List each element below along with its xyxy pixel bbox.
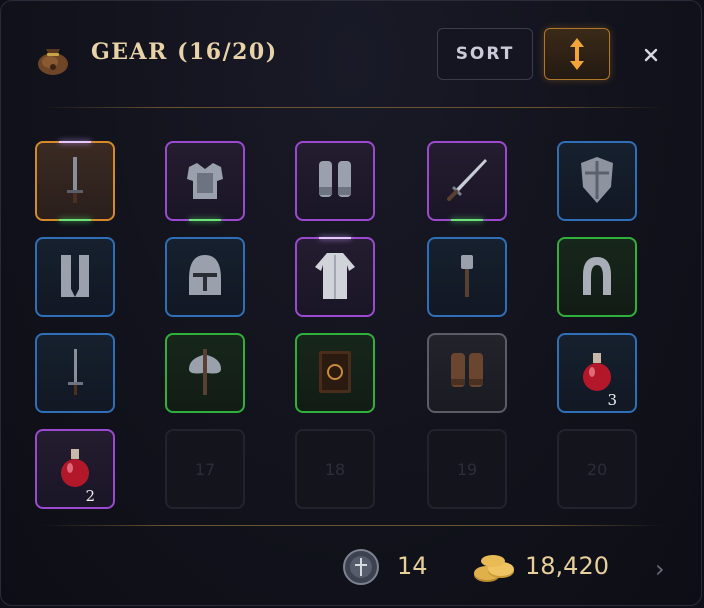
sort-order-button[interactable] bbox=[544, 28, 610, 80]
inventory-slot[interactable] bbox=[557, 237, 637, 317]
slot-number: 20 bbox=[586, 459, 608, 479]
empty-slot[interactable]: 17 bbox=[165, 429, 245, 509]
inventory-slot[interactable] bbox=[295, 237, 375, 317]
token-count: 14 bbox=[397, 552, 428, 580]
empty-slot[interactable]: 19 bbox=[427, 429, 507, 509]
inventory-slot[interactable] bbox=[557, 141, 637, 221]
inventory-slot[interactable] bbox=[165, 237, 245, 317]
item-quantity: 2 bbox=[85, 487, 95, 505]
chevron-right-icon[interactable]: › bbox=[655, 555, 665, 583]
inventory-slot[interactable] bbox=[427, 237, 507, 317]
inventory-slot[interactable] bbox=[35, 237, 115, 317]
inventory-slot[interactable] bbox=[427, 333, 507, 413]
health-potion-icon bbox=[61, 449, 89, 487]
loot-bag-icon bbox=[38, 49, 68, 75]
health-potion-icon bbox=[583, 353, 611, 391]
chest-armor-icon bbox=[187, 163, 223, 199]
slot-number: 18 bbox=[324, 459, 346, 479]
gauntlets-icon bbox=[319, 161, 351, 197]
header-divider bbox=[41, 107, 665, 108]
inventory-slot[interactable] bbox=[165, 141, 245, 221]
inventory-slot[interactable] bbox=[35, 333, 115, 413]
slot-glow bbox=[451, 219, 483, 221]
token-coin-icon bbox=[343, 549, 379, 585]
sword-icon bbox=[447, 159, 487, 201]
slot-number: 19 bbox=[456, 459, 478, 479]
inventory-slot[interactable] bbox=[295, 333, 375, 413]
sort-button[interactable]: SORT bbox=[437, 28, 533, 80]
footer-divider bbox=[41, 525, 665, 526]
robe-icon bbox=[315, 253, 355, 299]
slot-number: 17 bbox=[194, 459, 216, 479]
gear-inventory-panel: GEAR (16/20) SORT 3 2 17 18 19 20 14 18,… bbox=[0, 0, 702, 606]
battle-axe-icon bbox=[189, 349, 221, 395]
inventory-slot[interactable] bbox=[295, 141, 375, 221]
item-quantity: 3 bbox=[607, 391, 617, 409]
sort-order-icon bbox=[570, 38, 584, 70]
inventory-slot[interactable]: 3 bbox=[557, 333, 637, 413]
greaves-icon bbox=[61, 255, 89, 297]
short-sword-icon bbox=[68, 349, 83, 395]
inventory-slot[interactable] bbox=[427, 141, 507, 221]
close-icon bbox=[644, 48, 658, 62]
empty-slot[interactable]: 18 bbox=[295, 429, 375, 509]
inventory-slot[interactable]: 2 bbox=[35, 429, 115, 509]
leather-gloves-icon bbox=[451, 353, 483, 387]
spellbook-icon bbox=[319, 351, 351, 393]
mace-icon bbox=[461, 255, 473, 297]
inventory-slot[interactable] bbox=[165, 333, 245, 413]
slot-glow bbox=[59, 219, 91, 221]
close-button[interactable] bbox=[637, 41, 665, 69]
gold-coins-icon bbox=[474, 555, 514, 582]
horseshoe-icon bbox=[583, 257, 611, 295]
inventory-slot[interactable] bbox=[35, 141, 115, 221]
dagger-icon bbox=[67, 157, 83, 203]
helmet-icon bbox=[189, 255, 221, 295]
page-title: GEAR (16/20) bbox=[91, 39, 278, 65]
slot-glow bbox=[189, 219, 221, 221]
empty-slot[interactable]: 20 bbox=[557, 429, 637, 509]
shield-icon bbox=[581, 157, 613, 203]
gold-amount: 18,420 bbox=[525, 552, 609, 580]
